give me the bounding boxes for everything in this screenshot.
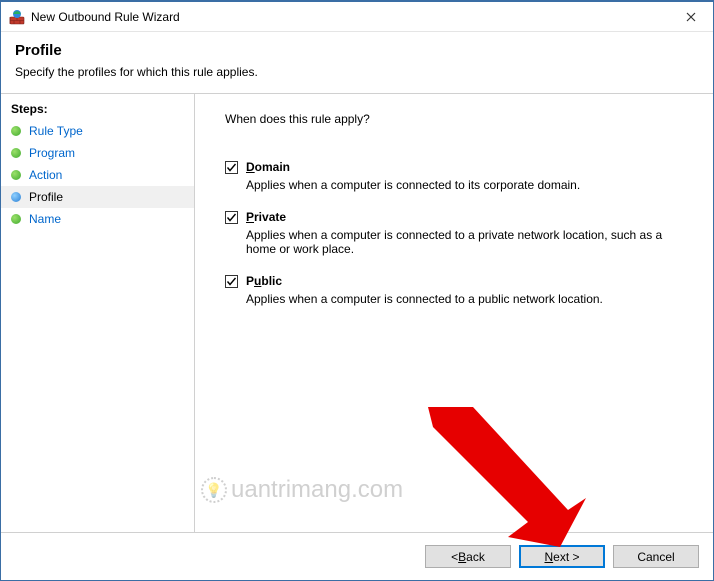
option-desc: Applies when a computer is connected to … — [246, 292, 676, 306]
firewall-icon — [9, 9, 25, 25]
step-action[interactable]: Action — [1, 164, 194, 186]
wizard-footer: < Back Next > Cancel — [1, 532, 713, 580]
option-domain: Domain Applies when a computer is connec… — [225, 160, 693, 192]
checkbox-domain[interactable] — [225, 161, 238, 174]
step-label: Rule Type — [29, 124, 83, 138]
checkbox-private[interactable] — [225, 211, 238, 224]
wizard-body: Steps: Rule Type Program Action Profile … — [1, 94, 713, 532]
check-icon — [226, 212, 237, 223]
question-text: When does this rule apply? — [225, 112, 693, 126]
step-profile[interactable]: Profile — [1, 186, 194, 208]
checkbox-public[interactable] — [225, 275, 238, 288]
cancel-button[interactable]: Cancel — [613, 545, 699, 568]
titlebar: New Outbound Rule Wizard — [1, 2, 713, 32]
bullet-icon — [11, 148, 21, 158]
check-icon — [226, 162, 237, 173]
option-public: Public Applies when a computer is connec… — [225, 274, 693, 306]
page-heading: Profile — [15, 42, 699, 59]
step-label: Name — [29, 212, 61, 226]
option-desc: Applies when a computer is connected to … — [246, 178, 676, 192]
window-title: New Outbound Rule Wizard — [31, 10, 668, 24]
next-button[interactable]: Next > — [519, 545, 605, 568]
wizard-window: New Outbound Rule Wizard Profile Specify… — [0, 0, 714, 581]
bullet-icon — [11, 170, 21, 180]
option-label: Private — [246, 210, 286, 224]
content-pane: When does this rule apply? Domain Applie… — [195, 94, 713, 532]
option-private: Private Applies when a computer is conne… — [225, 210, 693, 256]
step-label: Action — [29, 168, 62, 182]
step-program[interactable]: Program — [1, 142, 194, 164]
page-subheading: Specify the profiles for which this rule… — [15, 65, 699, 79]
step-name[interactable]: Name — [1, 208, 194, 230]
back-button[interactable]: < Back — [425, 545, 511, 568]
option-label: Public — [246, 274, 282, 288]
bullet-icon — [11, 126, 21, 136]
close-button[interactable] — [668, 2, 713, 31]
steps-label: Steps: — [1, 102, 194, 120]
steps-sidebar: Steps: Rule Type Program Action Profile … — [1, 94, 195, 532]
close-icon — [686, 12, 696, 22]
option-label: Domain — [246, 160, 290, 174]
wizard-header: Profile Specify the profiles for which t… — [1, 32, 713, 94]
check-icon — [226, 276, 237, 287]
option-desc: Applies when a computer is connected to … — [246, 228, 676, 256]
bullet-icon — [11, 192, 21, 202]
step-rule-type[interactable]: Rule Type — [1, 120, 194, 142]
bullet-icon — [11, 214, 21, 224]
step-label: Profile — [29, 190, 63, 204]
step-label: Program — [29, 146, 75, 160]
